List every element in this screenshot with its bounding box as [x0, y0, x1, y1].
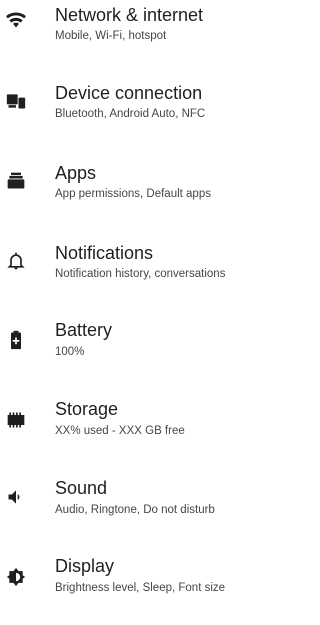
item-summary: App permissions, Default apps [55, 188, 211, 200]
devices-icon [6, 91, 26, 111]
item-title: Device connection [55, 83, 203, 103]
settings-list: Network & internet Mobile, Wi-Fi, hotspo… [0, 0, 273, 604]
item-title: Battery [55, 320, 113, 340]
item-summary: Bluetooth, Android Auto, NFC [55, 108, 206, 120]
settings-item-apps[interactable]: Apps App permissions, Default apps [0, 158, 273, 228]
battery-icon [6, 330, 26, 350]
item-title: Display [55, 556, 115, 576]
wifi-icon [6, 10, 26, 30]
item-title: Apps [55, 163, 97, 183]
item-summary: XX% used - XXX GB free [55, 425, 185, 437]
settings-item-battery[interactable]: Battery 100% [0, 318, 273, 388]
settings-item-sound[interactable]: Sound Audio, Ringtone, Do not disturb [0, 477, 273, 547]
item-title: Notifications [55, 243, 154, 263]
item-summary: Audio, Ringtone, Do not disturb [55, 504, 215, 516]
settings-item-device-connection[interactable]: Device connection Bluetooth, Android Aut… [0, 78, 273, 148]
item-title: Network & internet [55, 5, 204, 25]
item-summary: Brightness level, Sleep, Font size [55, 582, 226, 594]
settings-item-network-internet[interactable]: Network & internet Mobile, Wi-Fi, hotspo… [0, 0, 273, 70]
item-summary: 100% [55, 346, 85, 358]
settings-item-notifications[interactable]: Notifications Notification history, conv… [0, 238, 273, 308]
item-summary: Notification history, conversations [55, 268, 226, 280]
apps-icon [6, 171, 26, 191]
item-title: Storage [55, 399, 119, 419]
bell-icon [6, 251, 26, 271]
brightness-icon [6, 567, 26, 587]
settings-item-storage[interactable]: Storage XX% used - XXX GB free [0, 396, 273, 466]
storage-icon [6, 410, 26, 430]
item-summary: Mobile, Wi-Fi, hotspot [55, 30, 167, 42]
volume-icon [6, 487, 26, 507]
settings-item-display[interactable]: Display Brightness level, Sleep, Font si… [0, 555, 273, 625]
item-title: Sound [55, 478, 108, 498]
